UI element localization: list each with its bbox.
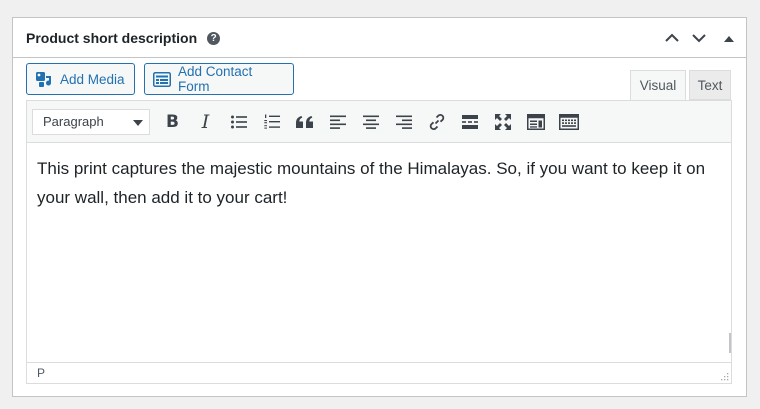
metabox-actions (658, 18, 746, 58)
add-media-label: Add Media (60, 71, 125, 87)
bullet-list-icon (230, 115, 247, 128)
link-icon (429, 113, 444, 130)
read-more-icon (461, 114, 478, 129)
bullet-list-button[interactable] (222, 107, 255, 137)
link-button[interactable] (420, 107, 453, 137)
numbered-list-icon (263, 114, 280, 129)
toggle-panel-icon (724, 35, 734, 42)
description-paragraph[interactable]: This print captures the majestic mountai… (37, 154, 721, 212)
align-center-button[interactable] (354, 107, 387, 137)
format-select[interactable]: Paragraph (32, 108, 150, 135)
toolbar-toggle-icon (526, 113, 545, 130)
metabox-header: Product short description ? (13, 18, 746, 58)
keyboard-icon (558, 113, 579, 130)
editor-toolbar: Paragraph B I (27, 101, 731, 143)
form-icon (153, 71, 171, 87)
tinymce-editor: Paragraph B I This print captures the ma… (26, 100, 732, 384)
resize-grip-icon[interactable] (719, 371, 729, 381)
editor-content[interactable]: This print captures the majestic mountai… (27, 143, 731, 362)
blockquote-button[interactable] (288, 107, 321, 137)
media-icon (35, 71, 53, 88)
read-more-button[interactable] (453, 107, 486, 137)
italic-button[interactable]: I (189, 107, 222, 137)
add-contact-form-button[interactable]: Add Contact Form (144, 63, 294, 95)
align-center-icon (362, 115, 379, 129)
editor-tools: Add Media Add Contact Form Visual Text (26, 63, 732, 101)
scrollbar[interactable] (729, 333, 731, 353)
move-up-button[interactable] (658, 20, 685, 56)
blockquote-icon (295, 115, 313, 128)
bold-button[interactable]: B (156, 107, 189, 137)
question-mark-icon[interactable]: ? (207, 31, 221, 45)
tab-visual[interactable]: Visual (630, 70, 686, 101)
fullscreen-button[interactable] (486, 107, 519, 137)
add-contact-form-label: Add Contact Form (178, 64, 253, 94)
toolbar-toggle-button[interactable] (519, 107, 552, 137)
fullscreen-icon (494, 113, 511, 130)
move-down-button[interactable] (685, 20, 712, 56)
toggle-panel-button[interactable] (712, 20, 746, 56)
metabox-title: Product short description (26, 29, 198, 46)
italic-icon: I (201, 110, 210, 133)
move-down-icon (691, 34, 706, 43)
add-media-button[interactable]: Add Media (26, 63, 135, 95)
align-left-icon (329, 115, 346, 129)
move-up-icon (664, 33, 679, 42)
chevron-down-icon (133, 119, 143, 126)
editor-statusbar: P (27, 362, 731, 383)
align-left-button[interactable] (321, 107, 354, 137)
product-short-description-metabox: Product short description ? Add Media Ad… (12, 17, 747, 397)
numbered-list-button[interactable] (255, 107, 288, 137)
align-right-icon (395, 115, 412, 129)
align-right-button[interactable] (387, 107, 420, 137)
element-path[interactable]: P (37, 366, 45, 380)
format-select-value: Paragraph (43, 114, 104, 129)
tab-text[interactable]: Text (689, 70, 731, 100)
bold-icon: B (166, 111, 179, 132)
keyboard-shortcuts-button[interactable] (552, 107, 585, 137)
